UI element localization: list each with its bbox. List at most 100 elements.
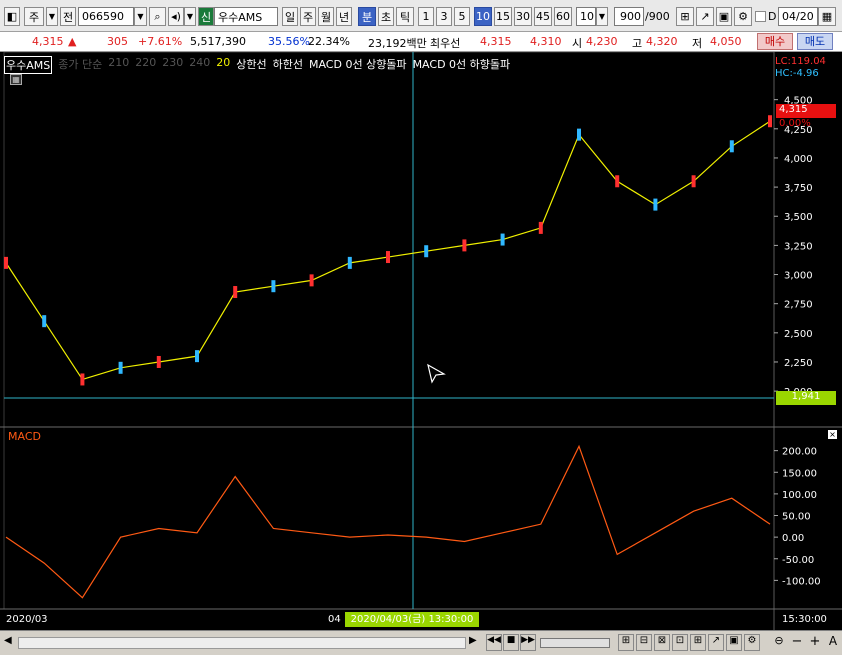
- crosshair-price-label: 1,941: [776, 391, 836, 405]
- zoom-out-icon[interactable]: −: [790, 634, 804, 651]
- high-label: 고: [632, 37, 643, 50]
- price-point: [768, 115, 772, 128]
- close-icon[interactable]: ×: [828, 430, 837, 439]
- tool-7-icon[interactable]: ▣: [726, 634, 742, 651]
- calendar-icon[interactable]: ▦: [818, 7, 836, 26]
- price-point: [691, 175, 696, 188]
- interval-dropdown-icon[interactable]: ▼: [596, 7, 608, 26]
- date-input[interactable]: 04/20: [778, 7, 818, 26]
- check-chart-icon[interactable]: ↗: [696, 7, 714, 26]
- save-icon[interactable]: ▣: [716, 7, 732, 26]
- chart-canvas[interactable]: 4,5004,2504,0003,7503,5003,2503,0002,750…: [0, 52, 842, 630]
- tool-1-icon[interactable]: ⊞: [618, 634, 634, 651]
- interval-select[interactable]: 10: [576, 7, 596, 26]
- interval-60[interactable]: 60: [554, 7, 572, 26]
- search-icon[interactable]: ⌕: [149, 7, 166, 26]
- font-size-icon[interactable]: A: [826, 634, 840, 651]
- table-icon[interactable]: ▦: [10, 74, 22, 85]
- first-icon[interactable]: ◀◀: [486, 634, 502, 651]
- stock-code-input[interactable]: 066590: [78, 7, 134, 26]
- interval-45[interactable]: 45: [534, 7, 552, 26]
- price-tick-label: 2,250: [784, 358, 813, 369]
- price-point: [500, 233, 505, 246]
- scroll-track[interactable]: [18, 637, 466, 649]
- interval-15[interactable]: 15: [494, 7, 512, 26]
- grid-icon[interactable]: ⊞: [676, 7, 694, 26]
- period-second[interactable]: 초: [378, 7, 394, 26]
- panel-toggle-icon[interactable]: ◧: [4, 7, 20, 26]
- prefix-button[interactable]: 전: [60, 7, 76, 26]
- speed-slider[interactable]: [540, 638, 610, 648]
- price-point: [462, 239, 467, 252]
- count-input[interactable]: 900: [614, 7, 644, 26]
- interval-30[interactable]: 30: [514, 7, 532, 26]
- legend-upper: 상한선: [236, 58, 267, 71]
- type-dropdown-icon[interactable]: ▼: [46, 7, 58, 26]
- period-week[interactable]: 주: [300, 7, 316, 26]
- period-day[interactable]: 일: [282, 7, 298, 26]
- low-label: 저: [692, 37, 703, 50]
- sell-button[interactable]: 매도: [797, 33, 833, 50]
- interval-5[interactable]: 5: [454, 7, 470, 26]
- speaker-icon[interactable]: ◂): [168, 7, 184, 26]
- period-minute[interactable]: 분: [358, 7, 376, 26]
- chart-area[interactable]: 4,500 4,250 4,000 3,750 3,500 3,250 3,000 2,750…: [0, 52, 842, 630]
- current-price: 4,315: [32, 35, 64, 48]
- price-point: [271, 280, 276, 293]
- macd-title: MACD: [8, 430, 41, 443]
- bid-price: 4,310: [530, 35, 562, 48]
- tool-4-icon[interactable]: ⊡: [672, 634, 688, 651]
- last-icon[interactable]: ▶▶: [520, 634, 536, 651]
- date-checkbox[interactable]: [755, 11, 766, 22]
- scroll-right-icon[interactable]: ▶: [469, 635, 481, 650]
- x-axis-end: 15:30:00: [782, 614, 827, 625]
- stock-name-field[interactable]: 우수AMS: [214, 7, 278, 26]
- interval-1[interactable]: 1: [418, 7, 434, 26]
- date-label: D: [768, 10, 777, 23]
- price-point: [309, 274, 314, 287]
- macd-tick-label: 0.00: [782, 533, 804, 544]
- price-point: [424, 245, 429, 258]
- price-point: [538, 221, 543, 234]
- gear-icon[interactable]: ⚙: [734, 7, 752, 26]
- period-tick[interactable]: 틱: [396, 7, 414, 26]
- price-point: [195, 350, 199, 363]
- type-select[interactable]: 주: [24, 7, 44, 26]
- macd-tick-label: 150.00: [782, 468, 817, 479]
- code-dropdown-icon[interactable]: ▼: [134, 7, 147, 26]
- legend-ma-220: 220: [135, 56, 157, 69]
- buy-button[interactable]: 매수: [757, 33, 793, 50]
- tool-2-icon[interactable]: ⊟: [636, 634, 652, 651]
- price-tick-label: 2,500: [784, 329, 813, 340]
- navigation-bar: ◀ ▶ ◀◀ ■ ▶▶ ⊞ ⊟ ⊠ ⊡ ⊞ ↗ ▣ ⚙ ⊖ − + A: [0, 630, 842, 655]
- macd-tick-label: -50.00: [782, 555, 814, 566]
- tool-6-icon[interactable]: ↗: [708, 634, 724, 651]
- period-month[interactable]: 월: [318, 7, 334, 26]
- price-point: [729, 140, 734, 153]
- price-tick-label: 3,500: [784, 212, 813, 223]
- speaker-dropdown-icon[interactable]: ▼: [184, 7, 196, 26]
- interval-3[interactable]: 3: [436, 7, 452, 26]
- macd-tick-label: -100.00: [782, 576, 821, 587]
- legend-ma-label: 종가 단순: [58, 58, 103, 71]
- price-tick-label: 3,000: [784, 271, 813, 282]
- legend-macd-down: MACD 0선 하향돌파: [412, 58, 511, 71]
- price-point: [4, 256, 8, 269]
- macd-tick-label: 50.00: [782, 512, 811, 523]
- interval-10[interactable]: 10: [474, 7, 492, 26]
- legend-ma-240: 240: [189, 56, 211, 69]
- tool-8-icon[interactable]: ⚙: [744, 634, 760, 651]
- price-line: [5, 120, 771, 381]
- tool-5-icon[interactable]: ⊞: [690, 634, 706, 651]
- price-point: [347, 256, 352, 269]
- zoom-reset-icon[interactable]: ⊖: [772, 634, 786, 651]
- stop-icon[interactable]: ■: [503, 634, 519, 651]
- scroll-left-icon[interactable]: ◀: [4, 635, 16, 650]
- zoom-in-icon[interactable]: +: [808, 634, 822, 651]
- price-tick-label: 4,000: [784, 154, 813, 165]
- open-price: 4,230: [586, 35, 618, 48]
- legend-stock-name[interactable]: 우수AMS: [4, 56, 53, 74]
- price-tick-label: 2,750: [784, 300, 813, 311]
- tool-3-icon[interactable]: ⊠: [654, 634, 670, 651]
- period-year[interactable]: 년: [336, 7, 352, 26]
